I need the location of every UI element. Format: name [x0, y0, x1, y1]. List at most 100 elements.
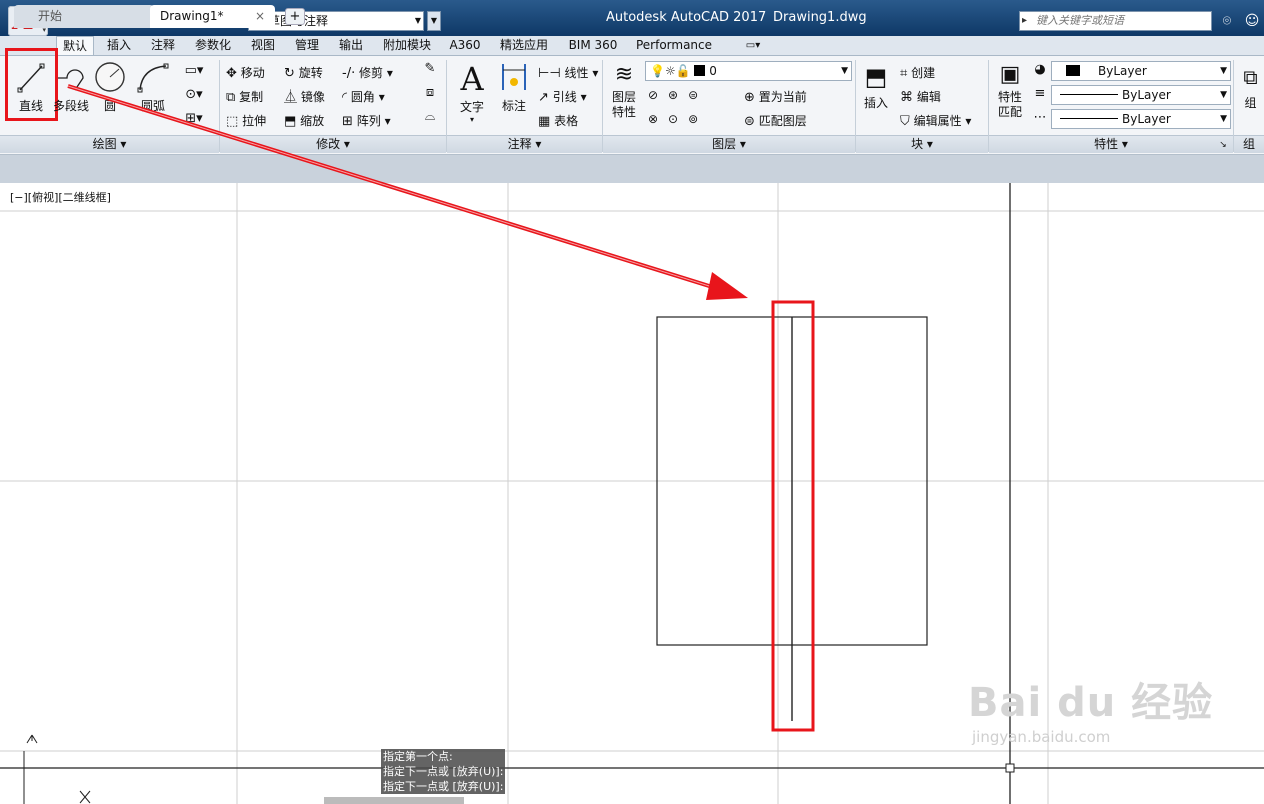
- command-history: 指定第一个点: 指定下一点或 [放弃(U)]: 指定下一点或 [放弃(U)]:: [381, 749, 506, 794]
- cursor-pickbox: [1005, 763, 1015, 773]
- tab-parametric[interactable]: 参数化: [188, 36, 238, 55]
- fillet-button[interactable]: ◜ 圆角 ▾: [342, 88, 385, 105]
- ucs-y-glyph: [26, 734, 38, 744]
- scale-button[interactable]: ⬒ 缩放: [284, 112, 324, 129]
- match-layer-label: 匹配图层: [758, 114, 807, 128]
- tab-a360[interactable]: A360: [444, 36, 486, 55]
- layers-panel-title[interactable]: 图层 ▾: [603, 135, 855, 153]
- rotate-button[interactable]: ↻ 旋转: [284, 64, 323, 81]
- stretch-icon: ⬚: [226, 114, 239, 129]
- drawn-line-highlight: [771, 300, 815, 732]
- array-button[interactable]: ⊞ 阵列 ▾: [342, 112, 391, 129]
- array-label: 阵列: [356, 114, 381, 128]
- layer-tools-row-1[interactable]: ⊘⊛⊜: [648, 88, 708, 102]
- user-icon[interactable]: ☺: [1242, 11, 1262, 31]
- stretch-button[interactable]: ⬚ 拉伸: [226, 112, 266, 129]
- tab-view[interactable]: 视图: [244, 36, 282, 55]
- binoculars-icon[interactable]: ⌾: [1217, 11, 1237, 31]
- match-properties-button[interactable]: ▣ 特性 匹配: [992, 60, 1028, 132]
- panel-launcher-icon[interactable]: ↘: [1218, 138, 1228, 152]
- edit-block-icon: ⌘: [900, 90, 913, 105]
- tab-manage[interactable]: 管理: [288, 36, 326, 55]
- layer-properties-button[interactable]: ≋ 图层 特性: [606, 60, 642, 132]
- circle-tool-button[interactable]: 圆: [92, 60, 128, 116]
- group-icon: ⧉: [1243, 65, 1258, 89]
- ribbon-minimize-icon[interactable]: ▭▾: [738, 36, 768, 55]
- properties-panel-label: 特性: [1094, 137, 1119, 151]
- circle-tool-label: 圆: [103, 99, 116, 113]
- color-value: ByLayer: [1098, 64, 1147, 78]
- match-layer-button[interactable]: ⊜ 匹配图层: [744, 112, 807, 129]
- tab-annotate[interactable]: 注释: [144, 36, 182, 55]
- dimension-icon: [502, 64, 526, 90]
- draw-panel-title[interactable]: 绘图 ▾: [0, 135, 219, 153]
- linear-button[interactable]: ⊢⊣ 线性 ▾: [538, 64, 598, 81]
- copy-label: 复制: [239, 90, 264, 104]
- create-block-button[interactable]: ⌗ 创建: [900, 64, 935, 81]
- rotate-icon: ↻: [284, 66, 295, 81]
- polyline-icon: [58, 69, 84, 91]
- group-label: 组: [1244, 96, 1257, 110]
- close-icon[interactable]: ×: [255, 5, 265, 27]
- tab-addins[interactable]: 附加模块: [376, 36, 438, 55]
- layer-stack-icon: ≋: [614, 62, 634, 87]
- command-input-bar[interactable]: [324, 797, 464, 804]
- polyline-tool-button[interactable]: 多段线: [53, 60, 89, 116]
- copy-button[interactable]: ⧉ 复制: [226, 88, 263, 105]
- make-current-button[interactable]: ⊕ 置为当前: [744, 88, 807, 105]
- text-tool-button[interactable]: A 文字 ▾: [452, 60, 492, 130]
- explode-icon[interactable]: ⧈: [420, 86, 440, 100]
- new-tab-button[interactable]: +: [285, 8, 305, 25]
- trim-button[interactable]: -/· 修剪 ▾: [342, 64, 393, 81]
- layer-dropdown[interactable]: 💡☼🔓 0 ▼: [645, 61, 852, 81]
- arc-tool-button[interactable]: 圆弧: [134, 60, 172, 116]
- offset-icon[interactable]: ⌓: [420, 110, 440, 124]
- tab-home[interactable]: 默认: [56, 36, 94, 55]
- table-button[interactable]: ▦ 表格: [538, 112, 578, 129]
- rectangle-icon[interactable]: ▭▾: [180, 64, 208, 78]
- tab-bim360[interactable]: BIM 360: [562, 36, 624, 55]
- search-input[interactable]: ▸ 键入关键字或短语: [1019, 11, 1212, 31]
- tab-featured-apps[interactable]: 精选应用: [492, 36, 556, 55]
- tab-performance[interactable]: Performance: [630, 36, 718, 55]
- quick-access-customize-button[interactable]: ▼: [427, 11, 441, 31]
- modify-panel-title[interactable]: 修改 ▾: [220, 135, 446, 153]
- move-button[interactable]: ✥ 移动: [226, 64, 265, 81]
- groups-panel-title[interactable]: 组: [1234, 135, 1264, 153]
- layer-tools-row-2[interactable]: ⊗⊙⊚: [648, 112, 708, 126]
- mirror-button[interactable]: ⏅ 镜像: [284, 88, 325, 105]
- match-properties-icon: ▣: [999, 62, 1021, 87]
- leader-button[interactable]: ↗ 引线 ▾: [538, 88, 587, 105]
- fillet-icon: ◜: [342, 90, 348, 105]
- edit-block-button[interactable]: ⌘ 编辑: [900, 88, 941, 105]
- color-dropdown[interactable]: ByLayer ▼: [1051, 61, 1231, 81]
- dimension-tool-button[interactable]: 标注: [495, 60, 533, 120]
- edit-attributes-icon: ⛉: [900, 114, 910, 129]
- group-button[interactable]: ⧉ 组: [1237, 60, 1264, 120]
- lineweight-dropdown[interactable]: ByLayer ▼: [1051, 85, 1231, 105]
- edit-attributes-button[interactable]: ⛉ 编辑属性 ▾: [900, 112, 971, 129]
- tab-drawing1[interactable]: Drawing1* ×: [150, 5, 275, 28]
- search-placeholder: 键入关键字或短语: [1036, 14, 1124, 27]
- linetype-dropdown[interactable]: ByLayer ▼: [1051, 109, 1231, 129]
- tab-output[interactable]: 输出: [332, 36, 370, 55]
- gradient-icon[interactable]: ⊞▾: [180, 112, 208, 126]
- stretch-label: 拉伸: [242, 114, 267, 128]
- erase-icon[interactable]: ✎: [420, 62, 440, 76]
- edit-block-label: 编辑: [916, 90, 941, 104]
- viewport-controls[interactable]: [−][俯视][二维线框]: [10, 189, 111, 205]
- tab-start[interactable]: 开始: [14, 5, 154, 28]
- properties-panel-title[interactable]: 特性 ▾: [989, 135, 1233, 153]
- arc-icon: [137, 63, 169, 93]
- linear-dimension-icon: ⊢⊣: [538, 66, 561, 81]
- layers-panel-label: 图层: [712, 137, 737, 151]
- block-panel-title[interactable]: 块 ▾: [856, 135, 988, 153]
- create-block-label: 创建: [911, 66, 936, 80]
- annotation-panel-title[interactable]: 注释 ▾: [447, 135, 602, 153]
- document-tab-bar: [0, 155, 1264, 183]
- ribbon-tab-bar: 默认 插入 注释 参数化 视图 管理 输出 附加模块 A360 精选应用 BIM…: [0, 36, 1264, 56]
- insert-block-button[interactable]: ⬒ 插入: [858, 60, 894, 120]
- tab-insert[interactable]: 插入: [100, 36, 138, 55]
- watermark-url: jingyan.baidu.com: [972, 728, 1111, 746]
- hatch-icon[interactable]: ⊙▾: [180, 88, 208, 102]
